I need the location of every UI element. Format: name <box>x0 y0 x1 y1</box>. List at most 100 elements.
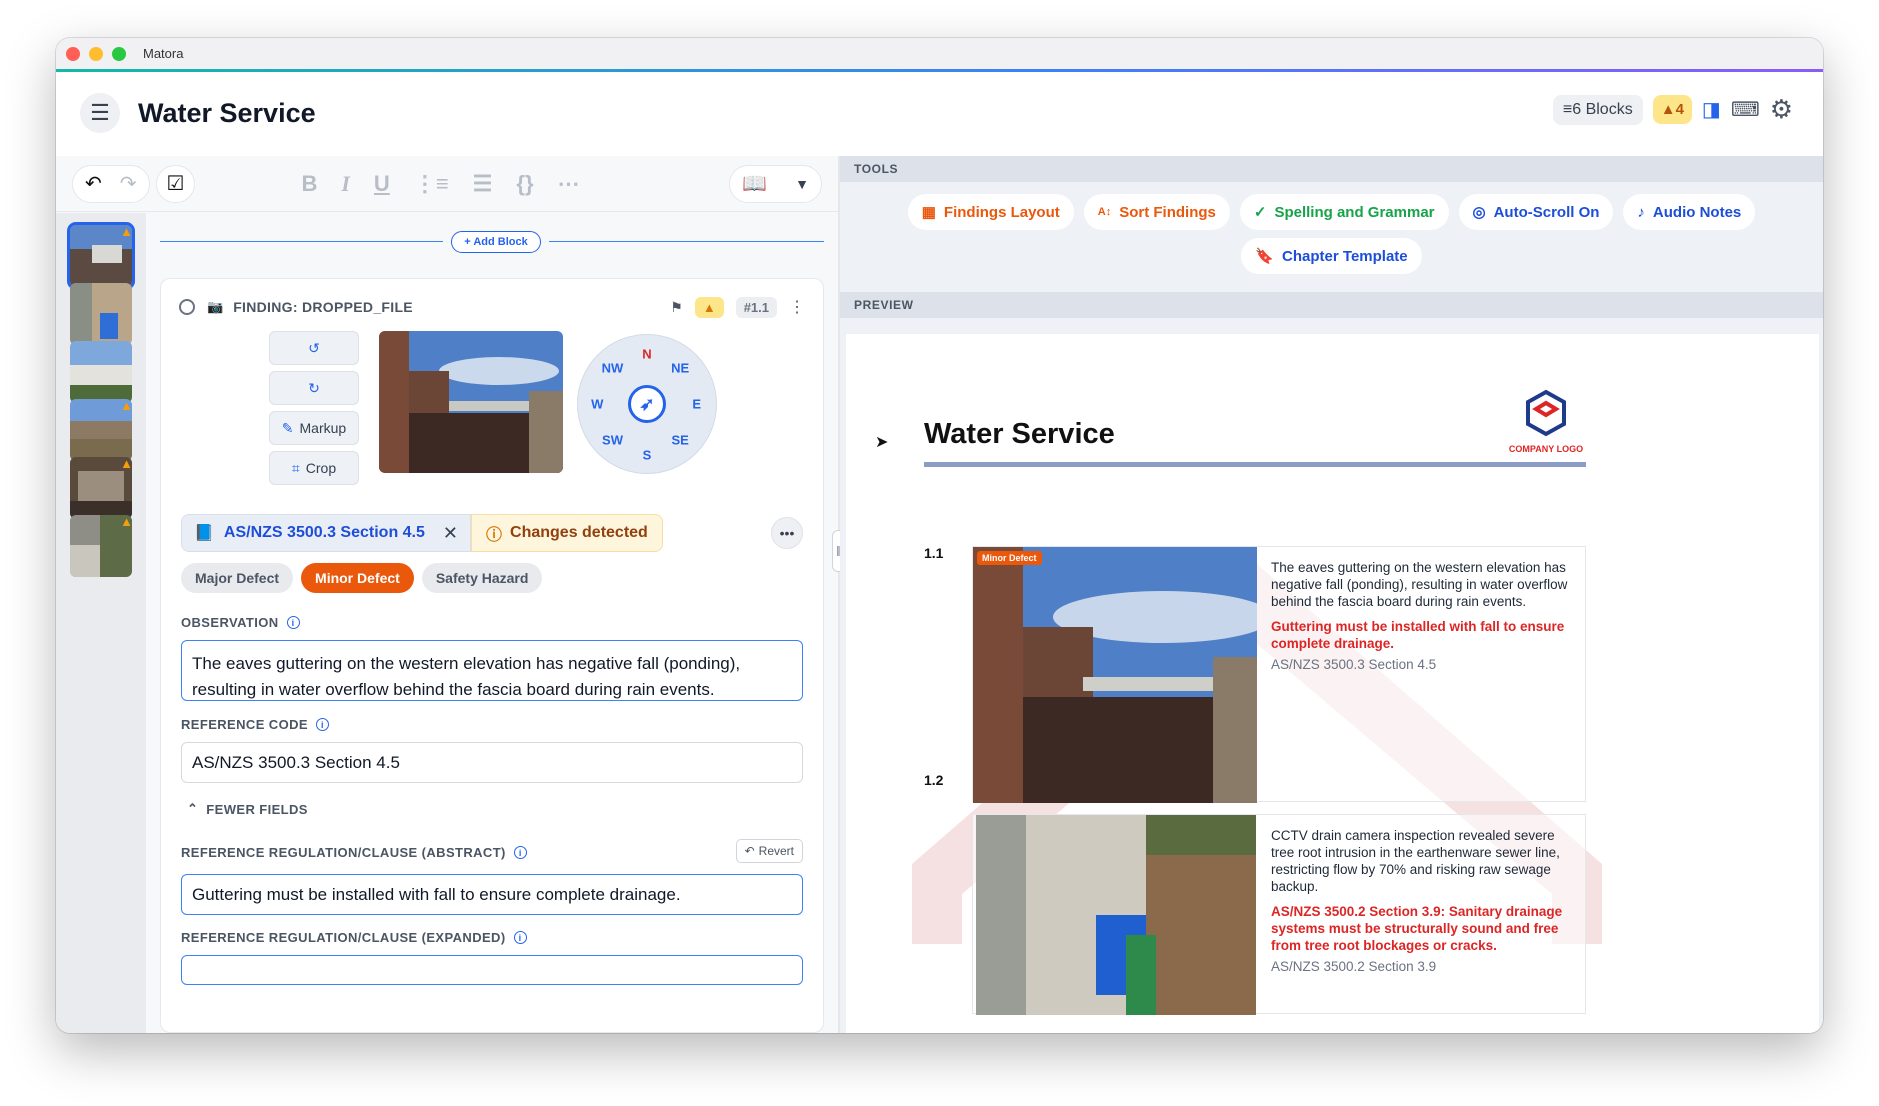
checklist-icon[interactable]: ☑ <box>155 164 196 203</box>
compass-ne[interactable]: NE <box>671 361 689 376</box>
tools-row-1: ▦ Findings Layout A↕ Sort Findings ✓ Spelli… <box>840 194 1823 230</box>
compass-nw[interactable]: NW <box>602 361 624 376</box>
auto-scroll-button[interactable]: ◎ Auto-Scroll On <box>1458 194 1614 230</box>
sort-findings-button[interactable]: A↕ Sort Findings <box>1083 194 1230 230</box>
redo-icon[interactable]: ↷ <box>120 171 137 196</box>
add-block-row: + Add Block <box>160 231 824 253</box>
tools-panel: ▦ Findings Layout A↕ Sort Findings ✓ Spelli… <box>840 182 1823 292</box>
undo-icon[interactable]: ↶ <box>85 171 102 196</box>
preview-finding-1[interactable]: Minor Defect The eaves guttering on the … <box>972 546 1586 803</box>
finding-name: FINDING: DROPPED_FILE <box>233 299 413 315</box>
finding-1-regulation: Guttering must be installed with fall to… <box>1271 619 1565 651</box>
finding-2-regulation: AS/NZS 3500.2 Section 3.9: Sanitary drai… <box>1271 904 1563 953</box>
more-horizontal-icon[interactable]: ⋯ <box>558 171 580 197</box>
preview-finding-2[interactable]: CCTV drain camera inspection revealed se… <box>972 814 1586 1015</box>
titlebar: Matora <box>56 38 1823 72</box>
warning-icon: ▲ <box>120 515 132 529</box>
pencil-icon: ✎ <box>281 419 294 436</box>
add-block-button[interactable]: + Add Block <box>451 231 541 253</box>
select-finding-checkbox[interactable] <box>179 299 195 315</box>
page-title: Water Service <box>138 97 316 128</box>
info-icon[interactable]: i <box>315 718 329 731</box>
thumbnail-2[interactable] <box>70 283 132 345</box>
compass-sw[interactable]: SW <box>602 432 623 447</box>
compass-s[interactable]: S <box>643 448 652 463</box>
spelling-grammar-button[interactable]: ✓ Spelling and Grammar <box>1239 194 1449 230</box>
markup-button[interactable]: ✎ Markup <box>269 411 359 445</box>
abstract-label-text: REFERENCE REGULATION/CLAUSE (ABSTRACT) <box>181 845 506 860</box>
finding-photo[interactable] <box>379 331 563 473</box>
thumbnail-5[interactable]: ▲ <box>70 457 132 519</box>
thumbnail-photo <box>70 283 132 345</box>
thumbnail-3[interactable] <box>70 341 132 403</box>
kebab-menu-icon[interactable]: ⋮ <box>789 297 805 317</box>
divider-line <box>160 241 443 242</box>
target-icon: ◎ <box>1472 204 1486 221</box>
keyboard-icon[interactable]: ⌨ <box>1731 97 1760 122</box>
sort-findings-label: Sort Findings <box>1119 203 1216 221</box>
chevron-down-icon[interactable]: ▼ <box>795 176 809 192</box>
warnings-chip[interactable]: ▲4 <box>1652 95 1692 124</box>
findings-layout-button[interactable]: ▦ Findings Layout <box>907 194 1074 230</box>
expanded-field[interactable] <box>181 955 803 985</box>
chapter-template-label: Chapter Template <box>1282 247 1408 265</box>
maximize-window-button[interactable] <box>112 46 126 61</box>
info-icon[interactable]: i <box>286 616 300 629</box>
finding-1-photo: Minor Defect <box>973 547 1257 803</box>
italic-icon[interactable]: I <box>341 171 350 197</box>
gear-icon[interactable]: ⚙ <box>1770 94 1793 125</box>
rotate-left-button[interactable]: ↺ <box>269 331 359 365</box>
panel-toggle-icon[interactable]: ◨ <box>1702 97 1721 122</box>
reference-row: 📘 AS/NZS 3500.3 Section 4.5 ✕ ⓘ Changes … <box>181 514 663 552</box>
bold-icon[interactable]: B <box>301 171 317 197</box>
more-options-button[interactable]: ••• <box>771 517 803 549</box>
compass-w[interactable]: W <box>591 397 603 412</box>
compass-e[interactable]: E <box>692 397 701 412</box>
thumbnail-6[interactable]: ▲ <box>70 515 132 577</box>
warning-badge[interactable]: ▲ <box>694 296 724 318</box>
underline-icon[interactable]: U <box>374 171 390 197</box>
auto-scroll-label: Auto-Scroll On <box>1493 203 1600 221</box>
bullet-list-icon[interactable]: ☰ <box>473 171 493 197</box>
compass-n[interactable]: N <box>642 347 651 362</box>
tag-major-defect[interactable]: Major Defect <box>181 563 294 593</box>
tag-minor-defect[interactable]: Minor Defect <box>301 563 414 593</box>
book-open-icon[interactable]: 📖 <box>742 171 767 196</box>
close-window-button[interactable] <box>66 46 80 61</box>
chapter-template-button[interactable]: 🔖 Chapter Template <box>1241 238 1422 274</box>
blocks-count-chip[interactable]: ≡6 Blocks <box>1552 94 1643 125</box>
info-icon[interactable]: i <box>513 931 527 944</box>
reference-chip[interactable]: 📘 AS/NZS 3500.3 Section 4.5 ✕ <box>181 514 471 552</box>
finding-card: 📷 FINDING: DROPPED_FILE ⚑ ▲ #1.1 ⋮ ↺ ↻ ✎… <box>160 278 824 1033</box>
ordered-list-icon[interactable]: ⋮≡ <box>414 171 449 197</box>
audio-notes-button[interactable]: ♪ Audio Notes <box>1623 194 1756 230</box>
remove-reference-icon[interactable]: ✕ <box>443 523 458 544</box>
tag-safety-hazard[interactable]: Safety Hazard <box>421 563 543 593</box>
book-icon: 📘 <box>194 525 214 542</box>
reference-code-field[interactable]: AS/NZS 3500.3 Section 4.5 <box>181 742 803 783</box>
finding-photo-image <box>379 331 563 473</box>
audio-notes-label: Audio Notes <box>1652 203 1742 221</box>
thumbnail-1[interactable]: ▲ <box>67 222 135 290</box>
changes-detected-label: Changes detected <box>510 524 648 541</box>
crop-button[interactable]: ⌗ Crop <box>269 451 359 485</box>
menu-icon[interactable]: ☰ <box>80 93 120 133</box>
warning-icon: ▲ <box>120 457 132 471</box>
compass-se[interactable]: SE <box>671 432 688 447</box>
code-braces-icon[interactable]: {} <box>516 171 533 197</box>
fewer-fields-toggle[interactable]: ⌃ FEWER FIELDS <box>187 801 308 817</box>
minimize-window-button[interactable] <box>89 46 103 61</box>
finding-2-number: 1.2 <box>924 772 944 788</box>
changes-detected-badge[interactable]: ⓘ Changes detected <box>471 514 663 552</box>
abstract-field[interactable]: Guttering must be installed with fall to… <box>181 874 803 915</box>
thumbnail-4[interactable]: ▲ <box>70 399 132 461</box>
revert-button[interactable]: ↶ Revert <box>735 839 803 863</box>
compass-widget[interactable]: N NE E SE S SW W NW ➶ <box>577 334 717 474</box>
observation-field[interactable]: The eaves guttering on the western eleva… <box>181 640 803 701</box>
flag-icon[interactable]: ⚑ <box>670 299 683 316</box>
info-icon[interactable]: i <box>513 846 527 859</box>
rotate-right-button[interactable]: ↻ <box>269 371 359 405</box>
view-mode-controls: 📖 ▼ <box>729 164 822 203</box>
company-logo-text: COMPANY LOGO <box>1508 444 1584 454</box>
spellcheck-icon: ✓ <box>1253 204 1267 221</box>
